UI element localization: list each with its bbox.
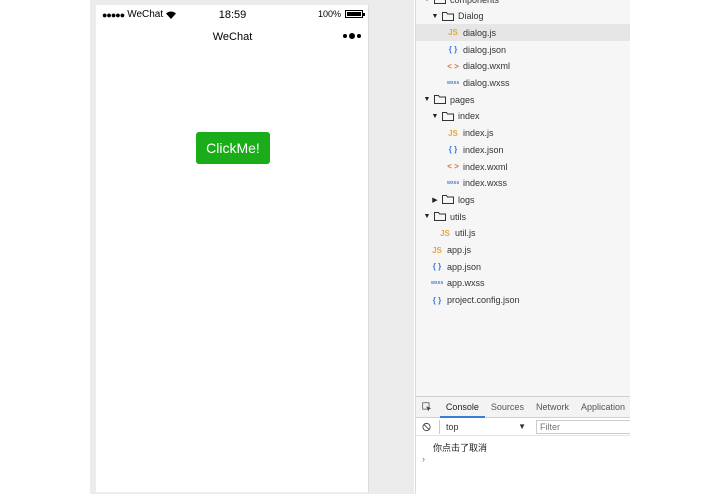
tree-item-label: logs: [458, 194, 475, 205]
tree-item-label: dialog.js: [463, 27, 497, 38]
tree-item-label: index.js: [463, 128, 494, 139]
click-me-button[interactable]: ClickMe!: [196, 132, 270, 164]
wxss-file-icon: wxss: [447, 80, 460, 86]
file-tree: ▼components▼DialogJSdialog.js{ }dialog.j…: [415, 0, 630, 396]
nav-title: WeChat: [212, 31, 253, 43]
tree-item-label: dialog.json: [463, 44, 507, 55]
inspect-element-icon[interactable]: [422, 400, 432, 414]
json-file-icon: { }: [448, 145, 458, 155]
tree-file-row[interactable]: { } project.config.json: [416, 292, 630, 309]
json-file-icon: { }: [432, 295, 442, 305]
devtools-panel: ConsoleSourcesNetworkApplication top ▼ 你…: [415, 396, 630, 494]
tree-file-row[interactable]: JS dialog.js: [416, 24, 630, 42]
tree-item-label: app.js: [447, 245, 472, 255]
tree-item-label: components: [450, 0, 499, 5]
js-file-icon: JS: [448, 28, 458, 38]
clear-console-icon[interactable]: [422, 422, 431, 432]
tree-item-label: app.wxss: [447, 278, 485, 289]
tree-folder-row[interactable]: ▶ logs: [416, 191, 630, 208]
chevron-down-icon[interactable]: ▼: [423, 0, 431, 3]
tree-folder-row[interactable]: ▼ utils: [416, 208, 630, 225]
devtools-tabs: Console Sources Network Application: [416, 397, 630, 418]
wxml-file-icon: < >: [447, 162, 459, 171]
folder-icon: [434, 212, 446, 222]
tree-file-row[interactable]: { } dialog.json: [416, 41, 630, 58]
tree-folder-row[interactable]: ▼ Dialog: [416, 8, 630, 25]
js-file-icon: JS: [440, 228, 450, 238]
nav-bar: WeChat: [96, 27, 369, 49]
tree-item-label: Dialog: [458, 11, 484, 22]
devtools-tab-network[interactable]: Network: [530, 397, 575, 418]
tree-folder-row[interactable]: ▼ pages: [416, 91, 630, 108]
filter-input[interactable]: [536, 419, 630, 434]
phone-screen: ●●●●● WeChat 18:59 100% WeChat ClickMe!: [96, 5, 369, 492]
chevron-down-icon[interactable]: ▼: [423, 96, 431, 103]
tree-item-label: pages: [450, 94, 475, 105]
context-value: top: [446, 421, 459, 432]
more-menu-icon[interactable]: [343, 33, 361, 39]
tree-file-row[interactable]: JS util.js: [416, 225, 630, 242]
tree-item-label: util.js: [455, 228, 476, 239]
battery-percent: 100%: [317, 9, 341, 19]
folder-icon: [434, 0, 446, 4]
tree-item-label: dialog.wxml: [463, 61, 511, 72]
tree-item-label: project.config.json: [447, 295, 520, 306]
wxss-file-icon: wxss: [431, 280, 444, 287]
tree-file-row[interactable]: JS index.js: [416, 125, 630, 142]
tree-file-row[interactable]: wxss index.wxss: [416, 175, 630, 192]
tree-file-row[interactable]: { } index.json: [416, 141, 630, 158]
tree-folder-row[interactable]: ▼ index: [416, 108, 630, 125]
wxss-file-icon: wxss: [447, 180, 460, 187]
tree-file-row[interactable]: < > index.wxml: [416, 158, 630, 175]
console-prompt-icon[interactable]: ›: [422, 454, 425, 464]
chevron-down-icon[interactable]: ▼: [431, 113, 439, 120]
devtools-tab-application[interactable]: Application: [575, 397, 630, 418]
console-log-message: 你点击了取消: [433, 444, 488, 454]
js-file-icon: JS: [448, 128, 458, 138]
folder-icon: [434, 95, 446, 105]
wxml-file-icon: < >: [447, 61, 459, 71]
status-bar: ●●●●● WeChat 18:59 100%: [96, 5, 369, 25]
context-selector[interactable]: top ▼: [439, 419, 530, 434]
tree-item-label: index.json: [463, 144, 504, 155]
chevron-down-icon[interactable]: ▼: [423, 213, 431, 220]
tree-file-row[interactable]: { } app.json: [416, 258, 630, 275]
battery-icon: [345, 10, 365, 18]
tree-item-label: app.json: [447, 261, 482, 272]
devtools-tab-console[interactable]: Console: [439, 397, 485, 418]
js-file-icon: JS: [432, 245, 442, 255]
chevron-right-icon[interactable]: ▶: [431, 196, 439, 204]
json-file-icon: { }: [432, 262, 442, 272]
tree-file-row[interactable]: < > dialog.wxml: [416, 58, 630, 75]
folder-icon: [442, 11, 454, 21]
console-toolbar: top ▼: [416, 418, 630, 436]
editor-blank-area: [630, 0, 720, 494]
tree-item-label: index: [458, 111, 480, 122]
caret-down-icon: ▼: [518, 421, 526, 431]
tree-file-row[interactable]: wxss app.wxss: [416, 275, 630, 292]
tree-file-row[interactable]: JS app.js: [416, 242, 630, 259]
devtools-tab-sources[interactable]: Sources: [485, 397, 530, 418]
tree-file-row[interactable]: wxss dialog.wxss: [416, 75, 630, 92]
chevron-down-icon[interactable]: ▼: [431, 13, 439, 20]
tree-item-label: index.wxss: [463, 178, 508, 189]
json-file-icon: { }: [448, 45, 458, 55]
folder-icon: [442, 111, 454, 121]
tree-item-label: dialog.wxss: [463, 78, 510, 88]
tree-item-label: index.wxml: [463, 161, 508, 172]
tree-item-label: utils: [450, 211, 467, 222]
battery-status: 100%: [317, 9, 365, 19]
folder-icon: [442, 195, 454, 205]
app-root: ●●●●● WeChat 18:59 100% WeChat ClickMe! …: [0, 0, 720, 494]
